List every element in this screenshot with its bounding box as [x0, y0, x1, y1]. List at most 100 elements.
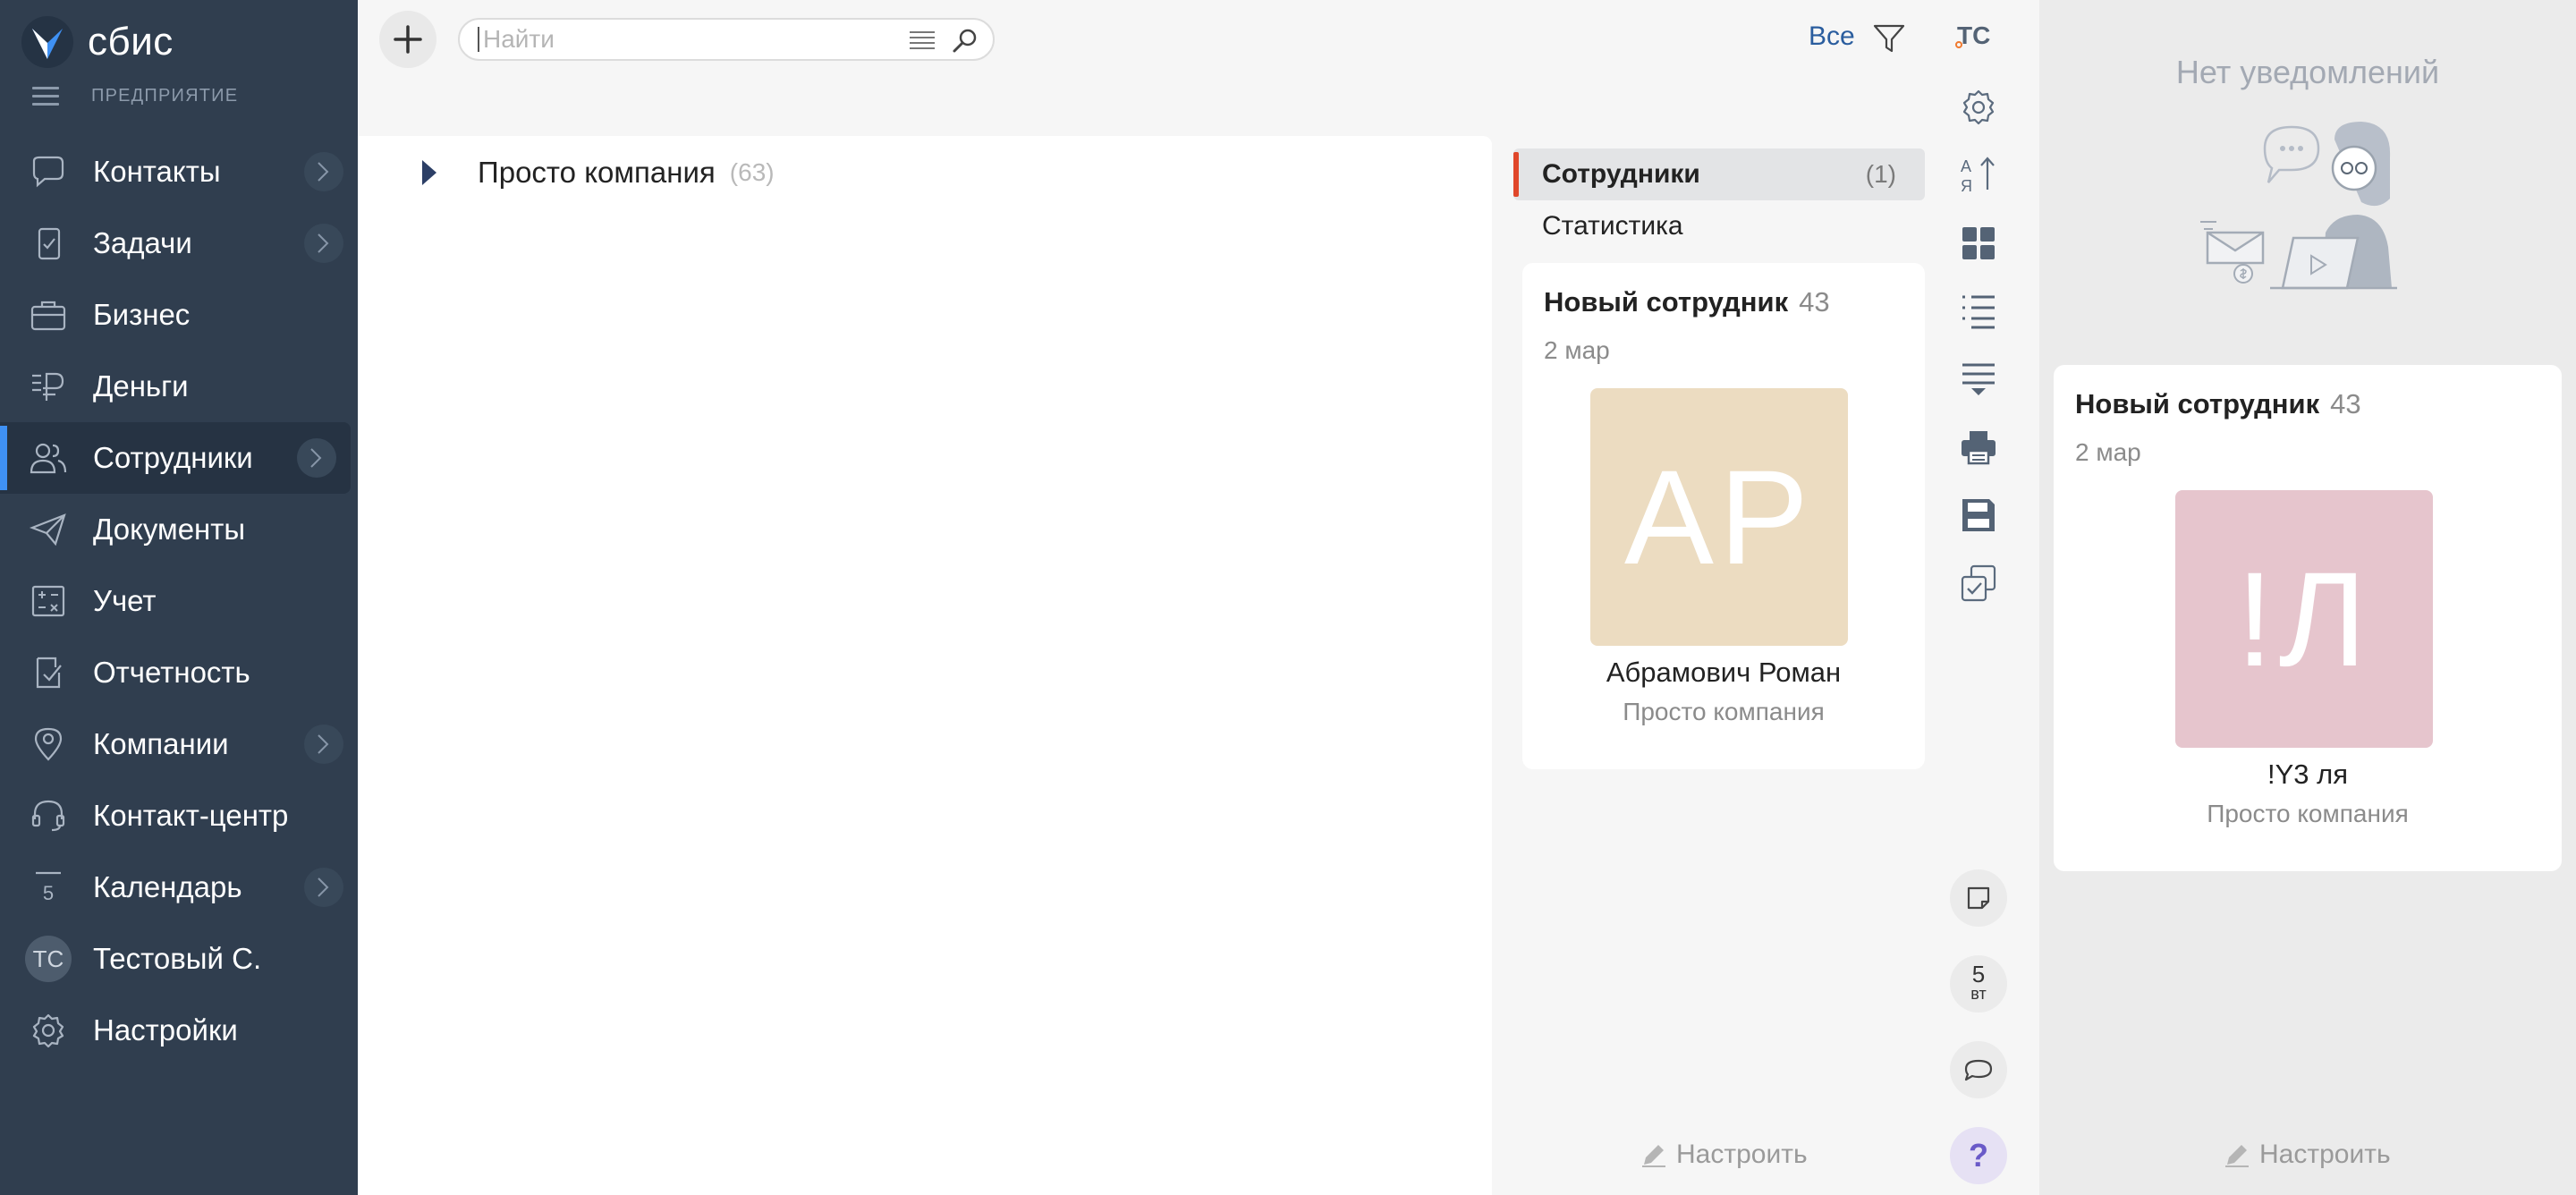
sidebar-item-accounting[interactable]: Учет: [0, 565, 358, 637]
avatar: ТС: [25, 936, 72, 982]
briefcase-icon: [30, 301, 66, 331]
new-employee-card[interactable]: Новый сотрудник 43 2 мар АР Абрамович Ром…: [1522, 263, 1925, 769]
sidebar-item-label: Деньги: [93, 369, 189, 403]
notes-button[interactable]: [1950, 869, 2007, 927]
sort-alphabet-icon[interactable]: AЯ: [1959, 154, 1998, 193]
sidebar-item-label: Контакты: [93, 155, 221, 188]
sidebar: сбис ПРЕДПРИЯТИЕ Контакты Задачи Бизнес …: [0, 0, 358, 1195]
sidebar-item-companies[interactable]: Компании: [0, 708, 358, 780]
sidebar-item-label: Сотрудники: [93, 441, 253, 474]
calculator-icon: [31, 585, 65, 617]
card-title: Новый сотрудник 43: [1544, 286, 1830, 318]
paper-plane-icon: [29, 513, 66, 547]
sidebar-item-label: Задачи: [93, 226, 192, 259]
sidebar-item-label: Настройки: [93, 1013, 238, 1047]
side-tabs: Сотрудники (1) Статистика: [1513, 148, 1925, 252]
sidebar-item-label: Календарь: [93, 870, 242, 903]
employee-photo: !Л: [2175, 490, 2433, 748]
sidebar-item-profile[interactable]: ТС Тестовый С.: [0, 923, 358, 995]
sidebar-item-label: Отчетность: [93, 656, 250, 689]
collapse-list-icon[interactable]: [1959, 360, 1998, 399]
sidebar-item-tasks[interactable]: Задачи: [0, 208, 358, 279]
sidebar-item-settings[interactable]: Настройки: [0, 995, 358, 1066]
empty-notifications-illustration: [2200, 122, 2397, 290]
company-count: (63): [729, 158, 775, 186]
chevron-right-icon[interactable]: [297, 438, 336, 478]
configure-button[interactable]: Настроить: [2224, 1140, 2391, 1170]
location-icon: [34, 727, 63, 761]
search-input[interactable]: Найти: [458, 18, 995, 61]
sidebar-item-contacts[interactable]: Контакты: [0, 136, 358, 208]
employees-list: Просто компания (63): [358, 136, 1492, 1195]
report-icon: [36, 657, 62, 689]
chevron-right-icon[interactable]: [304, 868, 343, 907]
company-name: Просто компания: [478, 156, 716, 189]
add-button[interactable]: [379, 11, 436, 68]
brand-logo[interactable]: сбис: [21, 16, 174, 68]
multi-select-icon[interactable]: [1959, 564, 1998, 603]
tab-statistics[interactable]: Статистика: [1513, 200, 1925, 252]
save-icon[interactable]: [1959, 496, 1998, 535]
sidebar-item-label: Тестовый С.: [93, 942, 262, 975]
brand-name: сбис: [88, 20, 174, 64]
sidebar-item-label: Бизнес: [93, 298, 191, 331]
filter-icon[interactable]: [1873, 23, 1905, 54]
configure-label: Настроить: [1676, 1140, 1808, 1169]
sidebar-item-business[interactable]: Бизнес: [0, 279, 358, 351]
tab-count: (1): [1865, 160, 1896, 188]
search-icon[interactable]: [952, 27, 979, 54]
menu-icon[interactable]: [32, 86, 61, 106]
employee-org: Просто компания: [2207, 800, 2409, 827]
filter-all-link[interactable]: Все: [1809, 21, 1855, 52]
gear-icon: [32, 1013, 64, 1048]
list-view-icon[interactable]: [1959, 292, 1998, 331]
search-placeholder: Найти: [478, 27, 555, 52]
sidebar-item-employees[interactable]: Сотрудники: [0, 422, 351, 494]
chevron-right-icon[interactable]: [304, 152, 343, 191]
svg-text:5: 5: [43, 882, 54, 904]
user-menu[interactable]: ТС: [1955, 21, 1990, 50]
status-dot: [1955, 41, 1962, 48]
sidebar-item-label: Учет: [93, 584, 157, 617]
main-menu: Контакты Задачи Бизнес Деньги Сотрудники…: [0, 136, 358, 1066]
card-date: 2 мар: [2075, 438, 2141, 466]
employee-name[interactable]: !Y3 ля: [2054, 759, 2562, 791]
tab-employees[interactable]: Сотрудники (1): [1513, 148, 1925, 200]
org-label: ПРЕДПРИЯТИЕ: [91, 86, 239, 106]
sidebar-item-money[interactable]: Деньги: [0, 351, 358, 422]
tab-label: Сотрудники: [1542, 159, 1700, 189]
list-filter-icon[interactable]: [909, 30, 936, 50]
sidebar-item-contact-center[interactable]: Контакт-центр: [0, 780, 358, 852]
plus-icon: [394, 25, 422, 54]
org-switcher[interactable]: ПРЕДПРИЯТИЕ: [32, 86, 238, 106]
notifications-panel: Нет уведомлений Новый сотрудник 43 2 мар …: [2039, 0, 2576, 1195]
employee-photo: АР: [1590, 388, 1848, 646]
calendar-weekday: вт: [1970, 985, 1987, 1003]
chat-bubble-icon: [1964, 1059, 1993, 1081]
sidebar-item-label: Контакт-центр: [93, 799, 289, 832]
list-item[interactable]: Просто компания (63): [422, 156, 775, 190]
sidebar-item-documents[interactable]: Документы: [0, 494, 358, 565]
messages-button[interactable]: [1950, 1041, 2007, 1098]
employee-name[interactable]: Абрамович Роман: [1522, 657, 1925, 689]
calendar-day: 5: [1971, 961, 1986, 987]
grid-view-icon[interactable]: [1959, 224, 1998, 263]
svg-text:A: A: [1961, 157, 1971, 175]
svg-text:Я: Я: [1961, 177, 1972, 193]
task-icon: [38, 227, 61, 260]
notification-card[interactable]: Новый сотрудник 43 2 мар !Л !Y3 ля Просто…: [2054, 365, 2562, 871]
help-button[interactable]: ?: [1950, 1127, 2007, 1184]
sidebar-item-label: Документы: [93, 513, 246, 546]
card-date: 2 мар: [1544, 336, 1610, 364]
headset-icon: [31, 800, 65, 832]
print-icon[interactable]: [1959, 428, 1998, 467]
chevron-right-icon[interactable]: [304, 725, 343, 764]
chevron-right-icon[interactable]: [304, 224, 343, 263]
sidebar-item-calendar[interactable]: 5 Календарь: [0, 852, 358, 923]
configure-button[interactable]: Настроить: [1640, 1140, 1808, 1170]
calendar-today-button[interactable]: 5 вт: [1950, 955, 2007, 1013]
expand-triangle-icon[interactable]: [422, 160, 436, 185]
sidebar-item-reports[interactable]: Отчетность: [0, 637, 358, 708]
gear-icon[interactable]: [1959, 88, 1998, 127]
calendar-icon: 5: [36, 871, 61, 904]
